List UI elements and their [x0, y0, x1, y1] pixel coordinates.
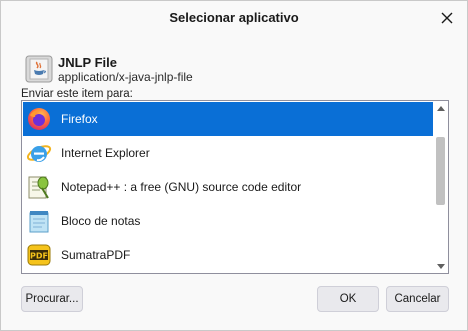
app-label: Internet Explorer — [61, 146, 150, 160]
close-icon — [441, 12, 453, 24]
firefox-icon — [28, 108, 50, 130]
app-label: Notepad++ : a free (GNU) source code edi… — [61, 180, 302, 194]
java-file-icon — [25, 55, 53, 83]
dialog-title: Selecionar aplicativo — [169, 10, 299, 25]
list-item-internet-explorer[interactable]: Internet Explorer — [23, 136, 433, 170]
chevron-down-icon — [436, 263, 445, 269]
svg-text:PDF: PDF — [30, 252, 48, 261]
list-item-notepad[interactable]: Bloco de notas — [23, 204, 433, 238]
list-item-sumatrapdf[interactable]: PDF SumatraPDF — [23, 238, 433, 272]
file-type-name: JNLP File — [58, 55, 118, 70]
chevron-up-icon — [436, 105, 445, 111]
pdf-icon: PDF — [27, 244, 51, 266]
scroll-up-button[interactable] — [433, 101, 448, 115]
scroll-thumb[interactable] — [436, 137, 445, 205]
ok-button[interactable]: OK — [317, 286, 379, 312]
application-list[interactable]: Firefox Internet Explorer Notepad++ : a … — [21, 100, 449, 274]
list-item-firefox[interactable]: Firefox — [23, 102, 433, 136]
notepad-icon — [29, 211, 49, 233]
list-item-notepad-plus-plus[interactable]: Notepad++ : a free (GNU) source code edi… — [23, 170, 433, 204]
select-application-dialog: Selecionar aplicativo JNLP File applicat… — [0, 0, 468, 331]
file-mime-type: application/x-java-jnlp-file — [58, 70, 193, 84]
app-label: Firefox — [61, 112, 98, 126]
internet-explorer-icon — [26, 145, 52, 162]
notepad-plus-plus-icon — [28, 176, 49, 199]
browse-button[interactable]: Procurar... — [21, 286, 83, 312]
close-button[interactable] — [433, 5, 461, 31]
cancel-button[interactable]: Cancelar — [386, 286, 449, 312]
scroll-down-button[interactable] — [433, 259, 448, 273]
app-label: SumatraPDF — [61, 248, 131, 262]
title-bar: Selecionar aplicativo — [1, 1, 467, 35]
app-label: Bloco de notas — [61, 214, 141, 228]
vertical-scrollbar[interactable] — [433, 101, 448, 273]
send-to-label: Enviar este item para: — [21, 88, 133, 100]
